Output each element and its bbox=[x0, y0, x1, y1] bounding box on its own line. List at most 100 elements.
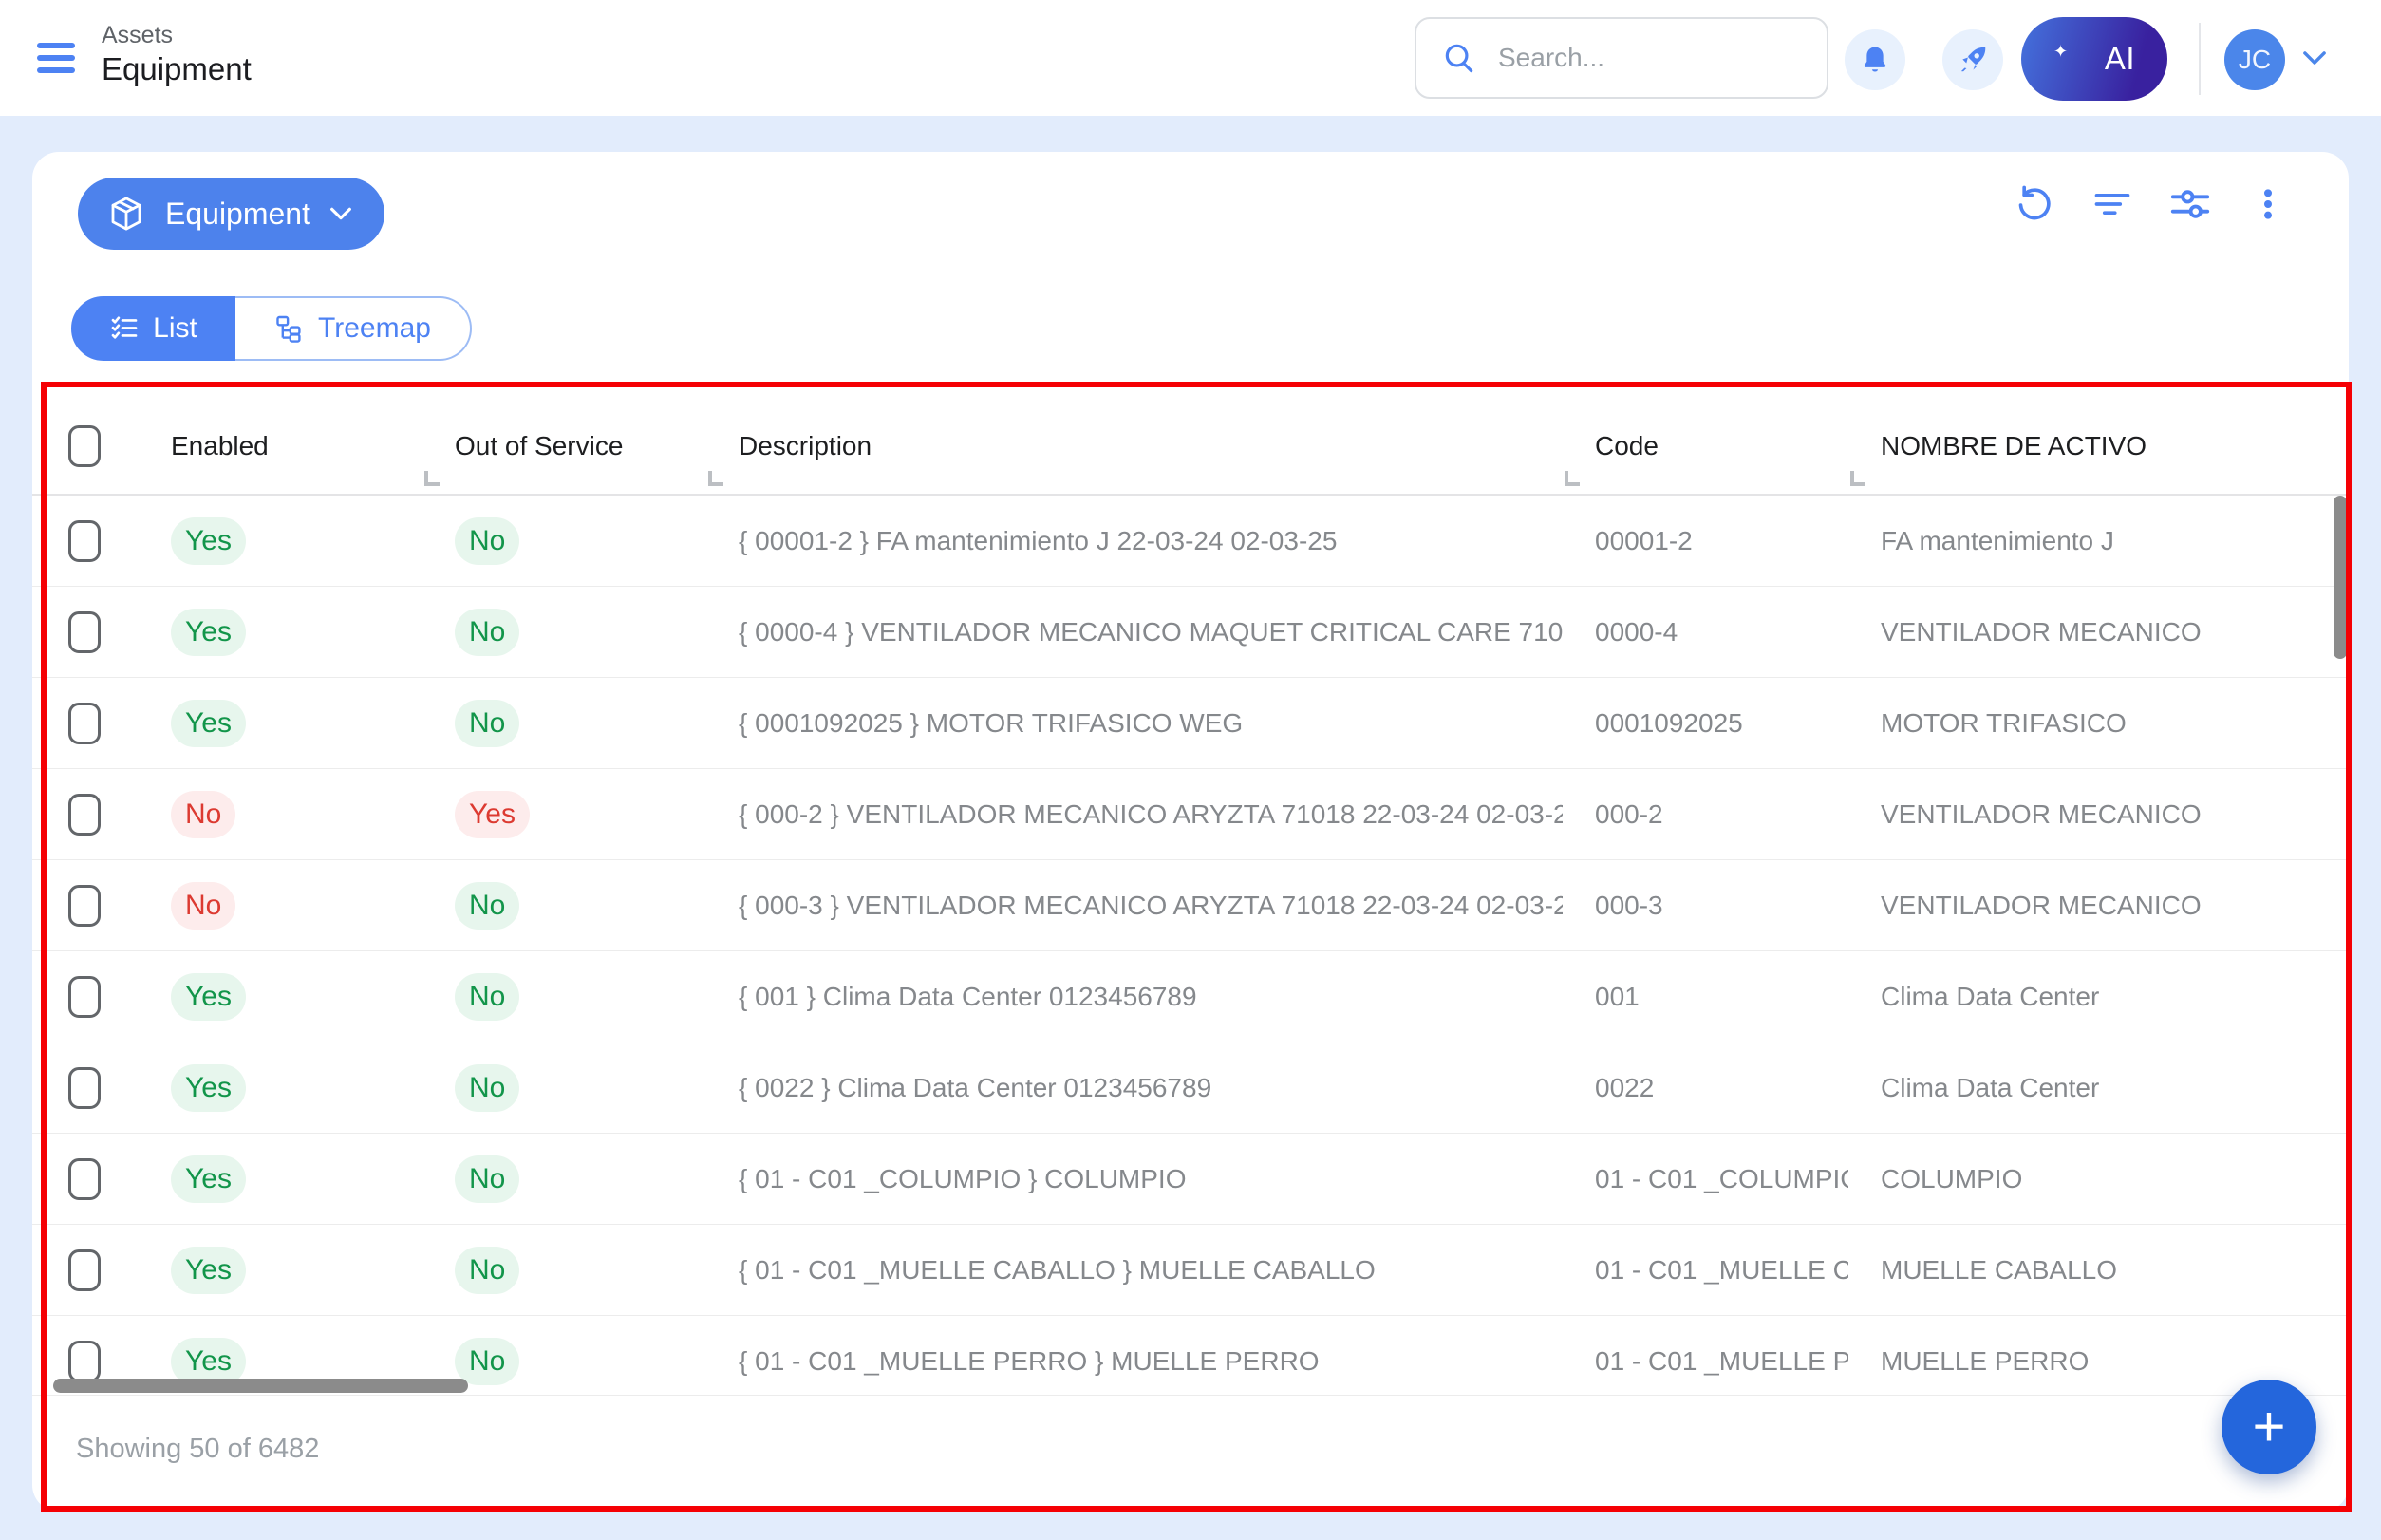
select-all-checkbox[interactable] bbox=[68, 425, 101, 467]
cell-code: 00001-2 bbox=[1563, 526, 1848, 556]
table-row[interactable]: Yes No { 0000-4 } VENTILADOR MECANICO MA… bbox=[32, 587, 2349, 678]
equipment-dropdown-button[interactable]: Equipment bbox=[78, 178, 384, 250]
tab-list[interactable]: List bbox=[71, 296, 235, 361]
table-row[interactable]: Yes No { 00001-2 } FA mantenimiento J 22… bbox=[32, 496, 2349, 587]
cell-nombre: FA mantenimiento J bbox=[1848, 526, 2349, 556]
table-header: Enabled Out of Service Description Code … bbox=[32, 399, 2349, 496]
bell-icon bbox=[1859, 44, 1891, 76]
search-icon bbox=[1441, 40, 1477, 76]
avatar[interactable]: JC bbox=[2224, 29, 2285, 90]
list-icon bbox=[109, 313, 140, 344]
column-resize-handle[interactable] bbox=[1565, 471, 1580, 486]
equipment-dropdown-label: Equipment bbox=[165, 197, 310, 232]
menu-icon[interactable] bbox=[37, 43, 75, 73]
page: { "topbar": { "breadcrumb": "Assets", "t… bbox=[0, 0, 2381, 1540]
cell-code: 000-3 bbox=[1563, 891, 1848, 921]
table-row[interactable]: Yes No { 01 - C01 _MUELLE CABALLO } MUEL… bbox=[32, 1225, 2349, 1316]
cell-oos-badge: Yes bbox=[455, 791, 530, 838]
cell-description: { 0001092025 } MOTOR TRIFASICO WEG bbox=[706, 708, 1563, 739]
cell-description: { 01 - C01 _COLUMPIO } COLUMPIO bbox=[706, 1164, 1563, 1194]
add-button[interactable]: + bbox=[2222, 1380, 2316, 1474]
column-header-enabled[interactable]: Enabled bbox=[139, 399, 422, 494]
row-checkbox[interactable] bbox=[68, 611, 101, 653]
column-header-description[interactable]: Description bbox=[706, 399, 1563, 494]
table-row[interactable]: Yes No { 0001092025 } MOTOR TRIFASICO WE… bbox=[32, 678, 2349, 769]
cell-enabled-badge: Yes bbox=[171, 1247, 246, 1294]
table-actions bbox=[2013, 182, 2290, 226]
breadcrumb-parent[interactable]: Assets bbox=[102, 21, 252, 49]
row-count: Showing 50 of 6482 bbox=[76, 1434, 319, 1465]
cell-oos-badge: No bbox=[455, 700, 519, 747]
row-checkbox[interactable] bbox=[68, 1249, 101, 1291]
filter-icon bbox=[2091, 183, 2133, 225]
tab-list-label: List bbox=[153, 312, 197, 345]
table-row[interactable]: No No { 000-3 } VENTILADOR MECANICO ARYZ… bbox=[32, 860, 2349, 951]
notifications-button[interactable] bbox=[1845, 29, 1905, 90]
package-icon bbox=[106, 194, 146, 234]
row-checkbox[interactable] bbox=[68, 976, 101, 1018]
more-options-button[interactable] bbox=[2246, 182, 2290, 226]
cell-enabled-badge: Yes bbox=[171, 517, 246, 565]
breadcrumb: Assets Equipment bbox=[102, 21, 252, 88]
cell-code: 000-2 bbox=[1563, 799, 1848, 830]
search-input[interactable] bbox=[1496, 42, 1785, 74]
column-header-out-of-service[interactable]: Out of Service bbox=[422, 399, 706, 494]
row-checkbox[interactable] bbox=[68, 794, 101, 836]
row-checkbox[interactable] bbox=[68, 1158, 101, 1200]
filter-button[interactable] bbox=[2090, 182, 2134, 226]
cell-oos-badge: No bbox=[455, 882, 519, 930]
cell-nombre: VENTILADOR MECANICO bbox=[1848, 891, 2349, 921]
row-checkbox[interactable] bbox=[68, 885, 101, 927]
cell-enabled-badge: No bbox=[171, 882, 235, 930]
horizontal-scrollbar[interactable] bbox=[53, 1379, 468, 1393]
cell-nombre: Clima Data Center bbox=[1848, 982, 2349, 1012]
chevron-down-icon bbox=[329, 206, 352, 221]
cell-enabled-badge: No bbox=[171, 791, 235, 838]
whats-new-button[interactable] bbox=[1942, 29, 2003, 90]
cell-enabled-badge: Yes bbox=[171, 609, 246, 656]
table-body: Yes No { 00001-2 } FA mantenimiento J 22… bbox=[32, 496, 2349, 1395]
search-box[interactable] bbox=[1415, 17, 1828, 99]
column-resize-handle[interactable] bbox=[424, 471, 440, 486]
cell-oos-badge: No bbox=[455, 1338, 519, 1385]
row-checkbox[interactable] bbox=[68, 1341, 101, 1382]
tab-treemap[interactable]: Treemap bbox=[235, 296, 472, 361]
refresh-button[interactable] bbox=[2013, 182, 2056, 226]
cell-oos-badge: No bbox=[455, 609, 519, 656]
cell-code: 01 - C01 _MUELLE C... bbox=[1563, 1255, 1848, 1286]
sparkle-icon: ✦ bbox=[2053, 42, 2068, 62]
table-row[interactable]: Yes No { 01 - C01 _COLUMPIO } COLUMPIO 0… bbox=[32, 1134, 2349, 1225]
row-checkbox[interactable] bbox=[68, 703, 101, 744]
cell-enabled-badge: Yes bbox=[171, 1155, 246, 1203]
cell-description: { 0022 } Clima Data Center 0123456789 bbox=[706, 1073, 1563, 1103]
table-row[interactable]: No Yes { 000-2 } VENTILADOR MECANICO ARY… bbox=[32, 769, 2349, 860]
cell-description: { 01 - C01 _MUELLE CABALLO } MUELLE CABA… bbox=[706, 1255, 1563, 1286]
ai-button[interactable]: ✦ AI bbox=[2021, 17, 2167, 101]
vertical-scrollbar[interactable] bbox=[2334, 496, 2347, 659]
row-checkbox[interactable] bbox=[68, 520, 101, 562]
column-header-code[interactable]: Code bbox=[1563, 399, 1848, 494]
cell-description: { 01 - C01 _MUELLE PERRO } MUELLE PERRO bbox=[706, 1346, 1563, 1377]
topbar-divider bbox=[2199, 23, 2201, 95]
cell-oos-badge: No bbox=[455, 973, 519, 1021]
table-row[interactable]: Yes No { 001 } Clima Data Center 0123456… bbox=[32, 951, 2349, 1042]
cell-description: { 00001-2 } FA mantenimiento J 22-03-24 … bbox=[706, 526, 1563, 556]
column-resize-handle[interactable] bbox=[1850, 471, 1865, 486]
column-settings-button[interactable] bbox=[2168, 182, 2212, 226]
rocket-icon bbox=[1956, 43, 1990, 77]
row-checkbox[interactable] bbox=[68, 1067, 101, 1109]
cell-nombre: VENTILADOR MECANICO bbox=[1848, 799, 2349, 830]
table-row[interactable]: Yes No { 0022 } Clima Data Center 012345… bbox=[32, 1042, 2349, 1134]
kebab-menu-icon bbox=[2249, 185, 2287, 223]
cell-enabled-badge: Yes bbox=[171, 973, 246, 1021]
page-title: Equipment bbox=[102, 49, 252, 88]
table-footer: Showing 50 of 6482 bbox=[32, 1395, 2349, 1512]
topbar: Assets Equipment ✦ AI JC bbox=[0, 0, 2381, 116]
cell-description: { 0000-4 } VENTILADOR MECANICO MAQUET CR… bbox=[706, 617, 1563, 648]
cell-oos-badge: No bbox=[455, 1247, 519, 1294]
column-header-nombre-de-activo[interactable]: NOMBRE DE ACTIVO bbox=[1848, 399, 2349, 494]
cell-description: { 000-2 } VENTILADOR MECANICO ARYZTA 710… bbox=[706, 799, 1563, 830]
sliders-icon bbox=[2168, 182, 2212, 226]
chevron-down-icon[interactable] bbox=[2302, 49, 2327, 66]
column-resize-handle[interactable] bbox=[708, 471, 723, 486]
